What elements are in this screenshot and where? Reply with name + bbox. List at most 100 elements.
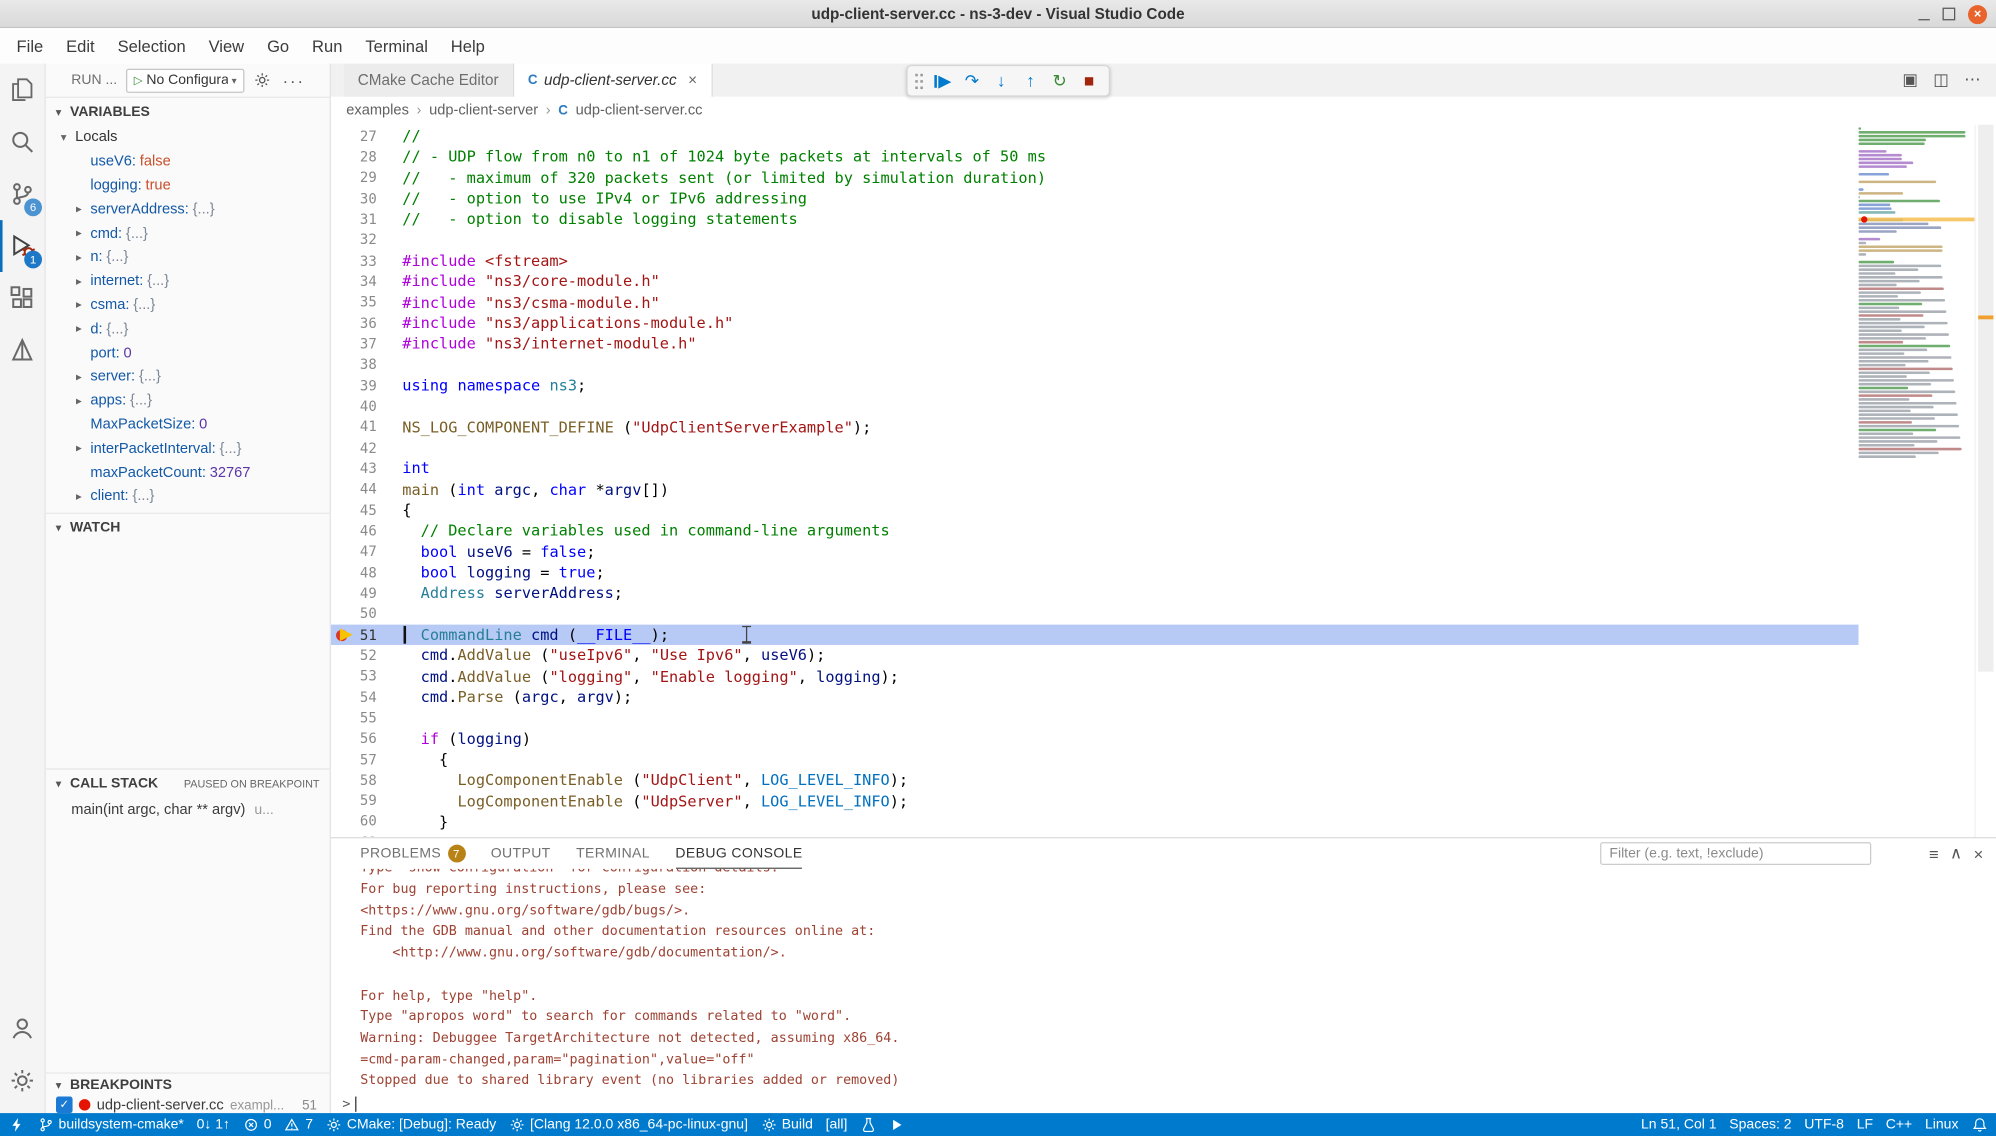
gutter[interactable]: 45 <box>331 500 402 521</box>
close-tab-icon[interactable]: × <box>688 71 697 89</box>
panel-tab-problems[interactable]: PROBLEMS7 <box>360 838 465 869</box>
gutter[interactable]: 27 <box>331 126 402 147</box>
variable-row[interactable]: MaxPacketSize:0 <box>46 413 330 437</box>
kit-status[interactable]: [Clang 12.0.0 x86_64-pc-linux-gnu] <box>503 1113 755 1136</box>
stop-button[interactable]: ■ <box>1076 67 1103 94</box>
extensions-icon[interactable] <box>0 272 45 324</box>
search-icon[interactable] <box>0 116 45 168</box>
variable-row[interactable]: ▸interPacketInterval:{...} <box>46 437 330 461</box>
code-line[interactable]: 57 { <box>331 749 1859 770</box>
variable-row[interactable]: ▸n:{...} <box>46 245 330 269</box>
code-line[interactable]: 31// - option to disable logging stateme… <box>331 209 1859 230</box>
gutter[interactable]: 47 <box>331 541 402 562</box>
gutter[interactable]: 48 <box>331 562 402 583</box>
breadcrumb-item[interactable]: udp-client-server <box>429 103 538 118</box>
source-control-icon[interactable]: 6 <box>0 168 45 220</box>
variable-row[interactable]: port:0 <box>46 341 330 365</box>
variable-row[interactable]: ▸serverAddress:{...} <box>46 198 330 222</box>
start-debug-icon[interactable]: ▷ <box>134 73 143 87</box>
menu-terminal[interactable]: Terminal <box>354 28 439 64</box>
menu-go[interactable]: Go <box>256 28 301 64</box>
scope-row-locals[interactable]: ▾Locals <box>46 126 330 150</box>
launch-button[interactable] <box>882 1113 911 1136</box>
gutter[interactable]: 50 <box>331 604 402 625</box>
cmake-status[interactable]: CMake: [Debug]: Ready <box>319 1113 502 1136</box>
gutter[interactable]: 36 <box>331 313 402 334</box>
toggle-layout-icon[interactable]: ▣ <box>1902 70 1918 90</box>
gutter[interactable]: 32 <box>331 230 402 251</box>
gutter[interactable]: 44 <box>331 479 402 500</box>
step-into-button[interactable]: ↓ <box>988 67 1015 94</box>
gutter[interactable]: 43 <box>331 458 402 479</box>
gutter[interactable]: 29 <box>331 167 402 188</box>
menu-file[interactable]: File <box>5 28 55 64</box>
panel-tab-terminal[interactable]: TERMINAL <box>576 838 650 869</box>
code-line[interactable]: 32 <box>331 230 1859 251</box>
code-line[interactable]: 42 <box>331 438 1859 459</box>
code-line[interactable]: 30// - option to use IPv4 or IPv6 addres… <box>331 188 1859 209</box>
code-line[interactable]: 50 <box>331 604 1859 625</box>
close-button[interactable]: × <box>1968 4 1987 23</box>
more-actions-icon[interactable]: ⋯ <box>1964 70 1981 90</box>
build-button[interactable]: Build <box>754 1113 819 1136</box>
gutter[interactable]: 55 <box>331 708 402 729</box>
minimize-button[interactable] <box>1918 8 1929 19</box>
watch-header[interactable]: ▾ WATCH <box>46 514 330 542</box>
gutter[interactable]: 57 <box>331 749 402 770</box>
code-line[interactable]: 60 } <box>331 811 1859 832</box>
gutter[interactable]: 40 <box>331 396 402 417</box>
code-line[interactable]: 35#include "ns3/csma-module.h" <box>331 292 1859 313</box>
code-line[interactable]: 49 Address serverAddress; <box>331 583 1859 604</box>
variable-row[interactable]: ▸d:{...} <box>46 317 330 341</box>
gutter[interactable]: 33 <box>331 251 402 272</box>
menu-help[interactable]: Help <box>439 28 496 64</box>
split-editor-icon[interactable]: ◫ <box>1933 70 1949 90</box>
remote-indicator[interactable] <box>3 1113 32 1136</box>
scrollbar-thumb[interactable] <box>1978 125 1993 672</box>
gutter[interactable]: 28 <box>331 147 402 168</box>
test-button[interactable] <box>854 1113 883 1136</box>
gutter[interactable]: 49 <box>331 583 402 604</box>
gutter[interactable]: 54 <box>331 687 402 708</box>
call-stack-header[interactable]: ▾ CALL STACK PAUSED ON BREAKPOINT <box>46 770 330 798</box>
gutter[interactable]: 34 <box>331 271 402 292</box>
breadcrumb-item[interactable]: examples <box>346 103 409 118</box>
code-line[interactable]: 53 cmd.AddValue ("logging", "Enable logg… <box>331 666 1859 687</box>
close-panel-icon[interactable]: × <box>1974 844 1984 863</box>
gutter[interactable]: 56 <box>331 728 402 749</box>
code-line[interactable]: 27// <box>331 126 1859 147</box>
code-line[interactable]: 45{ <box>331 500 1859 521</box>
build-target[interactable]: [all] <box>819 1113 854 1136</box>
configure-gear-icon[interactable] <box>253 71 271 89</box>
gutter[interactable]: 31 <box>331 209 402 230</box>
explorer-icon[interactable] <box>0 64 45 116</box>
code-line[interactable]: 51 CommandLine cmd (__FILE__); <box>331 624 1859 645</box>
encoding[interactable]: UTF-8 <box>1798 1113 1850 1136</box>
gutter[interactable]: 51 <box>331 624 402 645</box>
gutter[interactable]: 39 <box>331 375 402 396</box>
debug-console[interactable]: Type "show configuration" for configurat… <box>331 869 1996 1113</box>
panel-tab-output[interactable]: OUTPUT <box>491 838 551 869</box>
code-line[interactable]: 28// - UDP flow from n0 to n1 of 1024 by… <box>331 147 1859 168</box>
breakpoint-checkbox[interactable]: ✓ <box>56 1097 73 1114</box>
gutter[interactable]: 35 <box>331 292 402 313</box>
panel-tab-debug-console[interactable]: DEBUG CONSOLE <box>675 838 802 869</box>
code-line[interactable]: 59 LogComponentEnable ("UdpServer", LOG_… <box>331 791 1859 812</box>
eol[interactable]: LF <box>1850 1113 1879 1136</box>
gutter[interactable]: 53 <box>331 666 402 687</box>
stack-frame-row[interactable]: main(int argc, char ** argv) u... <box>46 798 330 822</box>
editor-scrollbar[interactable] <box>1974 125 1996 837</box>
variable-row[interactable]: maxPacketCount:32767 <box>46 461 330 485</box>
variable-row[interactable]: useV6:false <box>46 150 330 174</box>
code-line[interactable]: 43int <box>331 458 1859 479</box>
code-line[interactable]: 29// - maximum of 320 packets sent (or l… <box>331 167 1859 188</box>
code-line[interactable]: 44main (int argc, char *argv[]) <box>331 479 1859 500</box>
code-line[interactable]: 56 if (logging) <box>331 728 1859 749</box>
gutter[interactable]: 41 <box>331 417 402 438</box>
toolbar-drag-handle[interactable] <box>914 72 924 90</box>
account-icon[interactable] <box>0 1002 45 1054</box>
restart-button[interactable]: ↻ <box>1046 67 1073 94</box>
gutter[interactable]: 42 <box>331 438 402 459</box>
gutter[interactable]: 30 <box>331 188 402 209</box>
breadcrumb-item[interactable]: udp-client-server.cc <box>576 103 703 118</box>
